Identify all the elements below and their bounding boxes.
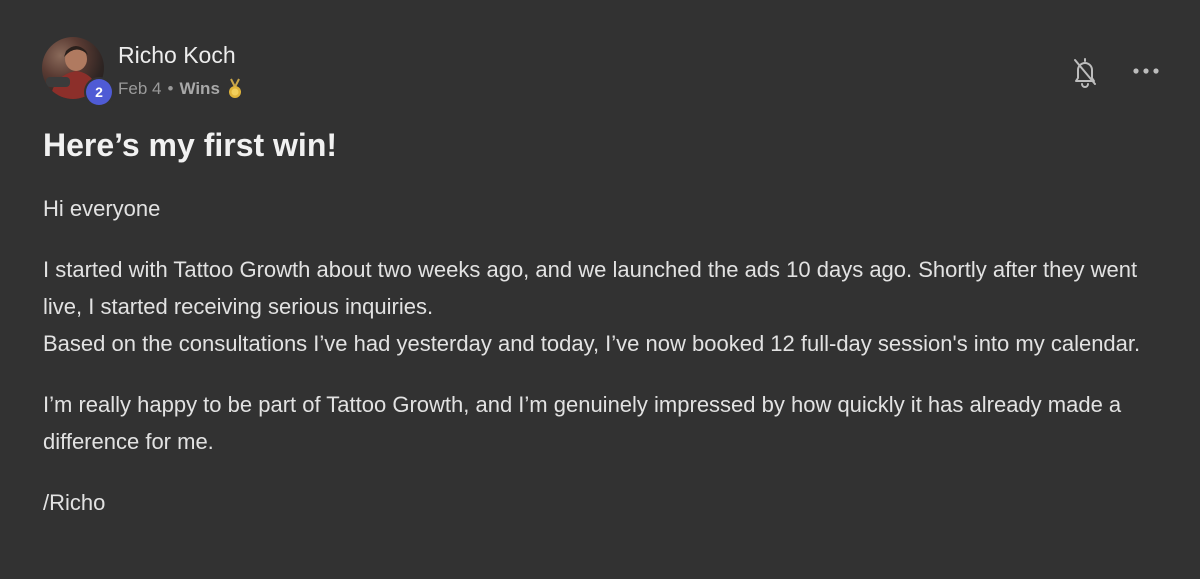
post-card: 2 Richo Koch Feb 4 • Wins Here’s my firs… <box>0 0 1200 579</box>
paragraph-1: I started with Tattoo Growth about two w… <box>43 257 1138 319</box>
greeting-text: Hi everyone <box>43 196 161 221</box>
post-date[interactable]: Feb 4 <box>118 79 161 99</box>
signature: /Richo <box>43 490 106 515</box>
more-horizontal-icon[interactable] <box>1131 64 1161 82</box>
post-category[interactable]: Wins <box>179 79 219 99</box>
paragraph-1-continued: Based on the consultations I’ve had yest… <box>43 331 1141 356</box>
post-title: Here’s my first win! <box>43 127 338 163</box>
paragraph-2: I’m really happy to be part of Tattoo Gr… <box>43 392 1122 454</box>
medal-icon <box>227 78 243 100</box>
post-body: Hi everyone I started with Tattoo Growth… <box>43 190 1178 521</box>
meta-separator: • <box>167 79 174 98</box>
level-badge: 2 <box>86 79 112 105</box>
author-name[interactable]: Richo Koch <box>118 42 236 69</box>
bell-off-icon[interactable] <box>1071 56 1099 93</box>
avatar-container[interactable]: 2 <box>42 37 112 105</box>
post-meta: Feb 4 • Wins <box>118 78 243 100</box>
